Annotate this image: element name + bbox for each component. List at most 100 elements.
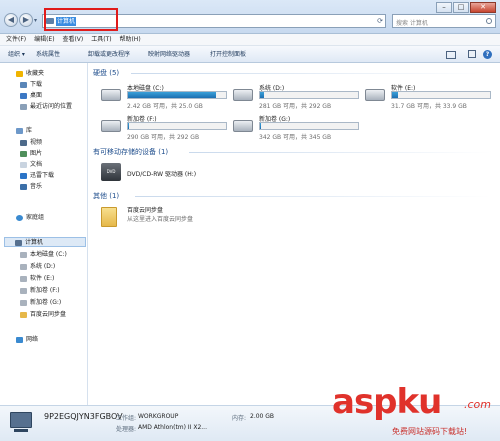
watermark: aspku .com 免费网站源码下载站! bbox=[332, 382, 500, 441]
recent-pages-dropdown-icon[interactable]: ▾ bbox=[34, 17, 37, 24]
navigation-pane: 收藏夹 下载 桌面 最近访问的位置 库 视频 图片 文档 迅雷下载 音乐 家庭组 bbox=[0, 63, 88, 405]
refresh-icon[interactable]: ⟳ bbox=[377, 17, 383, 25]
nav-label: 计算机 bbox=[25, 239, 44, 246]
hard-drive-icon bbox=[101, 89, 121, 101]
title-bar: – □ ✕ ◀ ▶ ▾ 计算机 ⟳ 搜索 计算机 bbox=[0, 0, 500, 34]
drive-icon bbox=[20, 300, 27, 306]
uninstall-program-button[interactable]: 卸载或更改程序 bbox=[88, 50, 130, 59]
nav-label: 桌面 bbox=[30, 92, 43, 99]
library-icon bbox=[16, 128, 23, 134]
forward-button[interactable]: ▶ bbox=[19, 13, 33, 27]
nav-label: 系统 (D:) bbox=[30, 263, 56, 270]
computer-icon bbox=[15, 240, 22, 246]
nav-label: 收藏夹 bbox=[26, 70, 45, 77]
nav-label: 软件 (E:) bbox=[30, 275, 55, 282]
homegroup-icon bbox=[16, 215, 23, 221]
drive-free-space: 342 GB 可用，共 345 GB bbox=[259, 134, 332, 141]
highlight-box bbox=[44, 8, 118, 31]
drive-g[interactable]: 新加卷 (G:) 342 GB 可用，共 345 GB bbox=[233, 114, 363, 142]
hard-drive-icon bbox=[233, 89, 253, 101]
videos-icon bbox=[20, 140, 27, 146]
nav-label: 最近访问的位置 bbox=[30, 103, 73, 110]
drive-icon bbox=[20, 288, 27, 294]
capacity-bar bbox=[127, 122, 227, 130]
nav-label: 文档 bbox=[30, 161, 43, 168]
computer-name: 9P2EGQJYN3FGBOV bbox=[44, 412, 123, 421]
open-control-panel-button[interactable]: 打开控制面板 bbox=[210, 50, 246, 59]
address-bar[interactable]: 计算机 ⟳ bbox=[42, 8, 386, 31]
xunlei-icon bbox=[20, 173, 27, 179]
recent-places-icon bbox=[20, 104, 27, 110]
hard-drive-icon bbox=[233, 120, 253, 132]
cpu-value: AMD Athlon(tm) II X2... bbox=[138, 424, 207, 431]
group-divider bbox=[135, 196, 491, 197]
watermark-slogan: 免费网站源码下载站! bbox=[392, 427, 468, 436]
drive-free-space: 31.7 GB 可用，共 33.9 GB bbox=[391, 103, 467, 110]
memory-value: 2.00 GB bbox=[250, 413, 275, 420]
nav-label: 视频 bbox=[30, 139, 43, 146]
nav-label: 库 bbox=[26, 127, 33, 134]
menu-edit[interactable]: 编辑(E) bbox=[34, 34, 54, 46]
drive-icon bbox=[20, 264, 27, 270]
search-icon[interactable] bbox=[486, 18, 492, 24]
star-icon bbox=[16, 71, 23, 77]
map-network-drive-button[interactable]: 映射网络驱动器 bbox=[148, 50, 190, 59]
network-icon bbox=[16, 337, 23, 343]
organize-button[interactable]: 组织 ▾ bbox=[8, 50, 25, 59]
downloads-icon bbox=[20, 82, 27, 88]
hard-drive-icon bbox=[101, 120, 121, 132]
group-divider bbox=[189, 152, 491, 153]
drive-name: DVD/CD-RW 驱动器 (H:) bbox=[127, 171, 197, 178]
drive-d[interactable]: 系统 (D:) 281 GB 可用，共 292 GB bbox=[233, 83, 363, 111]
watermark-brand: aspku bbox=[332, 382, 442, 422]
memory-label: 内存: bbox=[232, 415, 247, 422]
search-box[interactable]: 搜索 计算机 bbox=[392, 14, 496, 28]
menu-file[interactable]: 文件(F) bbox=[6, 34, 26, 46]
back-button[interactable]: ◀ bbox=[4, 13, 18, 27]
computer-icon bbox=[10, 412, 32, 428]
capacity-fill bbox=[128, 92, 217, 98]
drive-icon bbox=[20, 276, 27, 282]
nav-label: 本地磁盘 (C:) bbox=[30, 251, 67, 258]
view-options-icon[interactable] bbox=[444, 50, 458, 59]
group-divider bbox=[131, 73, 491, 74]
drive-c[interactable]: 本地磁盘 (C:) 2.42 GB 可用，共 25.0 GB bbox=[101, 83, 231, 111]
menu-view[interactable]: 查看(V) bbox=[62, 34, 83, 46]
baidu-sync-item[interactable]: 百度云同步盘 从这里进入百度云同步盘 bbox=[101, 205, 301, 233]
capacity-fill bbox=[128, 123, 129, 129]
menu-tools[interactable]: 工具(T) bbox=[91, 34, 111, 46]
drive-f[interactable]: 新加卷 (F:) 290 GB 可用，共 292 GB bbox=[101, 114, 231, 142]
nav-label: 百度云同步盘 bbox=[30, 311, 67, 318]
dvd-drive[interactable]: DVD DVD/CD-RW 驱动器 (H:) bbox=[101, 161, 301, 189]
drive-free-space: 281 GB 可用，共 292 GB bbox=[259, 103, 332, 110]
hard-drive-icon bbox=[365, 89, 385, 101]
music-icon bbox=[20, 184, 27, 190]
help-icon[interactable]: ? bbox=[483, 50, 492, 59]
capacity-bar bbox=[259, 91, 359, 99]
group-header-removable[interactable]: 有可移动存储的设备 (1) bbox=[93, 147, 168, 157]
nav-label: 图片 bbox=[30, 150, 43, 157]
nav-label: 下载 bbox=[30, 81, 43, 88]
menu-help[interactable]: 帮助(H) bbox=[119, 34, 140, 46]
workgroup-label: 工作组: bbox=[116, 415, 137, 422]
capacity-bar bbox=[259, 122, 359, 130]
nav-label: 音乐 bbox=[30, 183, 43, 190]
computer-stand-icon bbox=[14, 429, 28, 432]
documents-icon bbox=[20, 162, 27, 168]
group-header-hdd[interactable]: 硬盘 (5) bbox=[93, 68, 119, 78]
watermark-tld: .com bbox=[464, 398, 491, 411]
maximize-button[interactable]: □ bbox=[453, 2, 469, 13]
workgroup-value: WORKGROUP bbox=[138, 413, 179, 420]
system-properties-button[interactable]: 系统属性 bbox=[36, 50, 60, 59]
command-bar: 组织 ▾ 系统属性 卸载或更改程序 映射网络驱动器 打开控制面板 ? bbox=[0, 46, 500, 63]
drive-free-space: 290 GB 可用，共 292 GB bbox=[127, 134, 200, 141]
close-button[interactable]: ✕ bbox=[470, 2, 496, 13]
preview-pane-icon[interactable] bbox=[468, 50, 476, 58]
drive-e[interactable]: 软件 (E:) 31.7 GB 可用，共 33.9 GB bbox=[365, 83, 495, 111]
pictures-icon bbox=[20, 151, 27, 157]
minimize-button[interactable]: – bbox=[436, 2, 452, 13]
group-header-other[interactable]: 其他 (1) bbox=[93, 191, 119, 201]
nav-computer[interactable]: 计算机 bbox=[4, 237, 86, 247]
folder-icon bbox=[20, 312, 27, 318]
dvd-drive-icon: DVD bbox=[101, 163, 121, 181]
